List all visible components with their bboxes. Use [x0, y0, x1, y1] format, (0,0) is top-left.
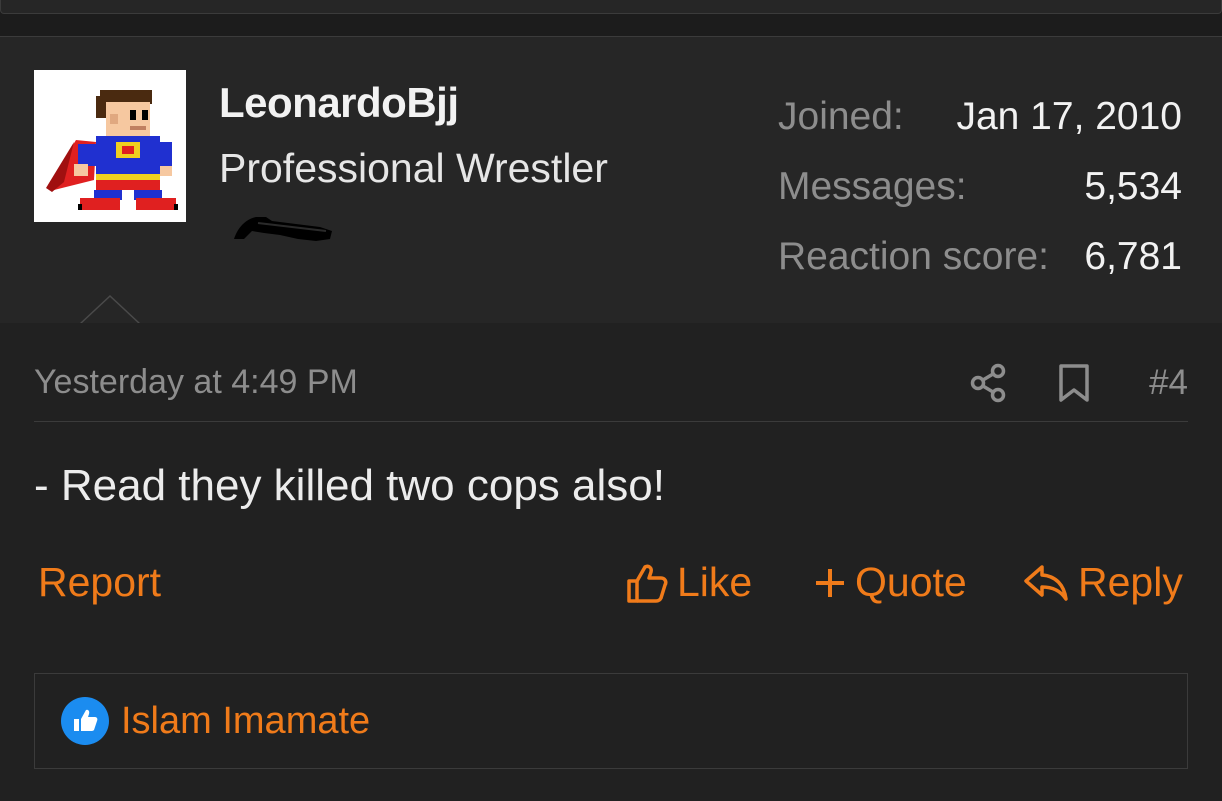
username-link[interactable]: LeonardoBjj [219, 79, 459, 127]
stat-label: Messages: [778, 165, 967, 208]
thumbs-up-icon [61, 697, 109, 745]
stat-value: Jan 17, 2010 [956, 95, 1182, 138]
post-meta: Yesterday at 4:49 PM #4 [34, 323, 1188, 422]
stat-label: Reaction score: [778, 235, 1049, 278]
post-message: - Read they killed two cops also! [34, 461, 665, 510]
post-actions: Report Like Quote Reply [34, 559, 1188, 619]
user-stats: Joined: Jan 17, 2010 Messages: 5,534 Rea… [778, 95, 1182, 305]
like-button[interactable]: Like [625, 559, 752, 606]
stat-reaction-score: Reaction score: 6,781 [778, 235, 1182, 305]
stat-value: 6,781 [1084, 235, 1182, 278]
like-label: Like [677, 559, 753, 605]
reaction-users-link[interactable]: Islam Imamate [121, 700, 370, 743]
user-block: LeonardoBjj Professional Wrestler Joined… [0, 37, 1222, 324]
post-number-link[interactable]: #4 [1149, 363, 1188, 403]
post: LeonardoBjj Professional Wrestler Joined… [0, 36, 1222, 801]
reply-button[interactable]: Reply [1022, 559, 1183, 606]
reply-label: Reply [1078, 559, 1183, 605]
stat-value: 5,534 [1084, 165, 1182, 208]
stat-joined: Joined: Jan 17, 2010 [778, 95, 1182, 165]
post-body: Yesterday at 4:49 PM #4 - Read they kill… [0, 323, 1222, 801]
reactions-bar[interactable]: Islam Imamate [34, 673, 1188, 769]
stat-label: Joined: [778, 95, 904, 138]
post-timestamp[interactable]: Yesterday at 4:49 PM [34, 363, 358, 402]
stat-messages: Messages: 5,534 [778, 165, 1182, 235]
quote-label: Quote [855, 559, 967, 605]
quote-button[interactable]: Quote [813, 559, 967, 606]
avatar[interactable] [34, 70, 186, 222]
share-icon[interactable] [970, 363, 1008, 403]
bookmark-icon[interactable] [1056, 363, 1092, 403]
previous-post-edge [0, 0, 1222, 14]
flair-scribble-icon [228, 209, 336, 247]
superhero-pixel-avatar-icon [46, 90, 178, 210]
report-button[interactable]: Report [38, 559, 161, 606]
reply-arrow-icon [1024, 564, 1068, 601]
thumbs-up-icon [627, 564, 668, 603]
plus-icon [816, 568, 844, 597]
user-title: Professional Wrestler [219, 145, 608, 191]
